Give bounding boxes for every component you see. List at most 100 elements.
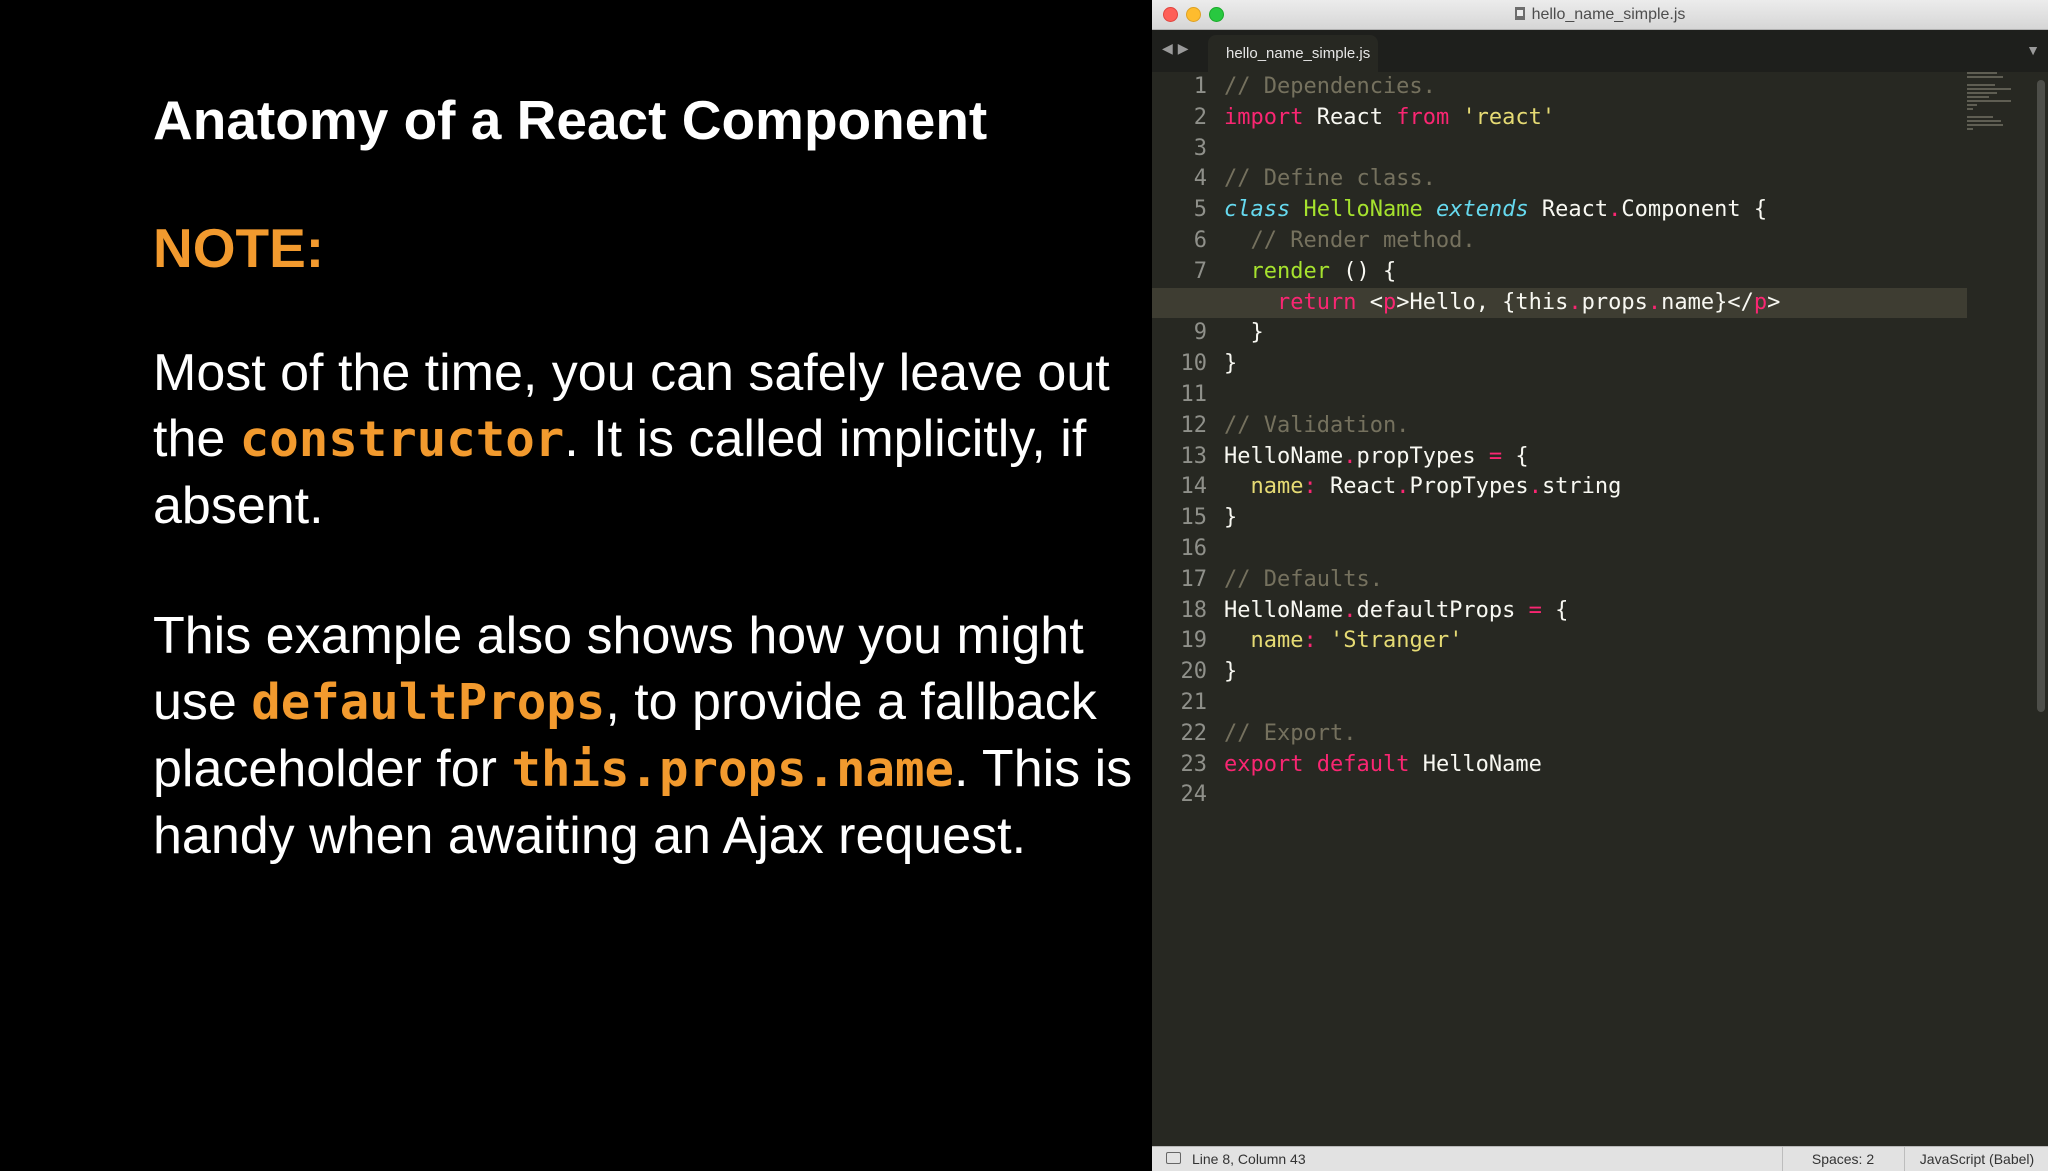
code-tag: p: [1753, 289, 1768, 315]
slide-paragraph-constructor: Most of the time, you can safely leave o…: [153, 340, 1143, 539]
code-term-constructor: constructor: [239, 411, 565, 468]
code-punctuation: }: [1224, 659, 1238, 685]
code-punctuation: }: [1224, 351, 1238, 377]
code-class-name: HelloName: [1303, 197, 1423, 223]
code-comment: // Define class.: [1224, 166, 1436, 192]
code-line[interactable]: // Define class.: [1152, 164, 1967, 195]
syntax-selector[interactable]: JavaScript (Babel): [1904, 1147, 2048, 1171]
code-operator: .: [1396, 474, 1410, 500]
code-area[interactable]: // Dependencies. import React from 'reac…: [1152, 72, 1967, 811]
arrow-left-icon[interactable]: ◀: [1162, 40, 1178, 56]
code-punctuation: >: [1767, 289, 1781, 315]
code-line[interactable]: // Export.: [1152, 719, 1967, 750]
code-line[interactable]: // Dependencies.: [1152, 72, 1967, 103]
code-operator: :: [1303, 474, 1317, 500]
code-line[interactable]: export default HelloName: [1152, 750, 1967, 781]
arrow-right-icon[interactable]: ▶: [1178, 40, 1194, 56]
code-line[interactable]: [1152, 534, 1967, 565]
tab-bar: ◀▶ hello_name_simple.js ▼: [1152, 30, 2048, 72]
code-line[interactable]: [1152, 688, 1967, 719]
code-comment: // Validation.: [1224, 412, 1410, 438]
code-comment: // Render method.: [1250, 227, 1476, 253]
code-punctuation: }: [1224, 320, 1264, 346]
code-keyword: import: [1224, 104, 1304, 130]
code-identifier: HelloName: [1224, 443, 1344, 469]
code-line[interactable]: }: [1152, 503, 1967, 534]
code-identifier: PropTypes: [1409, 474, 1529, 500]
code-operator: .: [1343, 597, 1357, 623]
code-line[interactable]: // Validation.: [1152, 411, 1967, 442]
code-identifier: defaultProps: [1356, 597, 1529, 623]
panel-toggle-icon[interactable]: [1166, 1152, 1181, 1164]
code-storage-keyword: class: [1224, 197, 1291, 223]
code-keyword: return: [1276, 289, 1357, 315]
code-text: name}</: [1661, 289, 1754, 315]
code-operator: =: [1528, 597, 1542, 623]
vertical-scrollbar[interactable]: [2037, 80, 2045, 712]
code-line[interactable]: HelloName.defaultProps = {: [1152, 596, 1967, 627]
code-line[interactable]: [1152, 134, 1967, 165]
code-line[interactable]: // Render method.: [1152, 226, 1967, 257]
code-line[interactable]: // Defaults.: [1152, 565, 1967, 596]
editor-window: hello_name_simple.js ◀▶ hello_name_simpl…: [1152, 0, 2048, 1171]
code-operator: .: [1528, 474, 1542, 500]
slide-title: Anatomy of a React Component: [153, 89, 988, 151]
code-text: >Hello, {this: [1396, 289, 1569, 315]
chevron-down-icon[interactable]: ▼: [2026, 42, 2040, 58]
code-line[interactable]: class HelloName extends React.Component …: [1152, 195, 1967, 226]
code-line[interactable]: [1152, 780, 1967, 811]
status-bar: Line 8, Column 43 Spaces: 2 JavaScript (…: [1152, 1146, 2048, 1171]
tab-navigation-arrows[interactable]: ◀▶: [1162, 40, 1194, 57]
code-storage-keyword: extends: [1435, 197, 1529, 223]
code-line[interactable]: HelloName.propTypes = {: [1152, 442, 1967, 473]
window-title-text: hello_name_simple.js: [1531, 6, 1686, 23]
code-identifier: HelloName: [1224, 597, 1344, 623]
code-string: 'Stranger': [1329, 628, 1463, 654]
code-identifier: React: [1316, 474, 1397, 500]
code-identifier: React: [1303, 104, 1397, 130]
code-line[interactable]: }: [1152, 349, 1967, 380]
slide-paragraph-defaultprops: This example also shows how you might us…: [153, 603, 1143, 869]
code-key: name: [1224, 628, 1304, 654]
code-line[interactable]: [1152, 380, 1967, 411]
code-identifier: propTypes: [1356, 443, 1489, 469]
tab-hello-name-simple[interactable]: hello_name_simple.js: [1208, 35, 1378, 72]
code-operator: .: [1608, 197, 1622, 223]
code-identifier: HelloName: [1409, 751, 1542, 777]
code-term-defaultprops: defaultProps: [251, 674, 606, 731]
code-line[interactable]: render () {: [1152, 257, 1967, 288]
code-line[interactable]: }: [1152, 657, 1967, 688]
minimap[interactable]: [1967, 72, 2017, 142]
indentation-setting[interactable]: Spaces: 2: [1782, 1147, 1903, 1171]
code-line[interactable]: name: React.PropTypes.string: [1152, 472, 1967, 503]
code-punctuation: {: [1502, 443, 1529, 469]
code-punctuation: <: [1369, 289, 1383, 315]
code-term-this-props-name: this.props.name: [511, 741, 954, 798]
code-identifier: Component {: [1621, 197, 1768, 223]
document-icon: [1514, 7, 1525, 20]
code-keyword: from: [1396, 104, 1450, 130]
code-identifier: props: [1581, 289, 1648, 315]
code-keyword: default: [1316, 751, 1410, 777]
code-line[interactable]: import React from 'react': [1152, 103, 1967, 134]
code-comment: // Export.: [1224, 720, 1357, 746]
note-heading: NOTE:: [153, 217, 325, 279]
code-line-current[interactable]: return <p>Hello, {this.props.name}</p>: [1152, 287, 1967, 319]
cursor-position: Line 8, Column 43: [1192, 1151, 1306, 1167]
slide-panel: Anatomy of a React Component NOTE: Most …: [0, 0, 1152, 1171]
code-keyword: export: [1224, 751, 1304, 777]
window-titlebar[interactable]: hello_name_simple.js: [1152, 0, 2048, 30]
code-comment: // Dependencies.: [1224, 74, 1436, 99]
window-title: hello_name_simple.js: [1152, 0, 2048, 29]
code-punctuation: {: [1541, 597, 1569, 623]
code-punctuation: () {: [1329, 258, 1397, 284]
code-line[interactable]: name: 'Stranger': [1152, 626, 1967, 657]
code-line[interactable]: }: [1152, 318, 1967, 349]
